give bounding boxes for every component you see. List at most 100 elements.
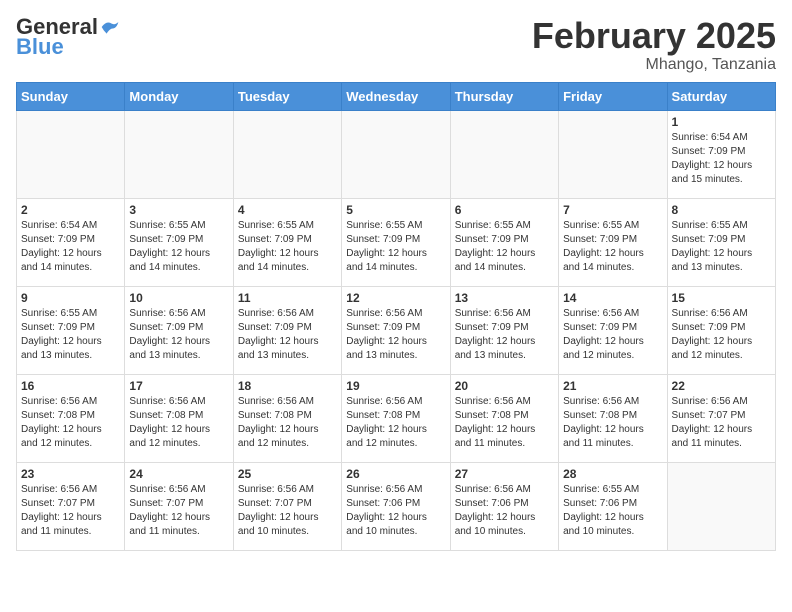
day-info: Sunrise: 6:56 AM Sunset: 7:09 PM Dayligh… [672,307,771,363]
day-info: Sunrise: 6:56 AM Sunset: 7:09 PM Dayligh… [563,307,662,363]
calendar-cell [559,110,667,198]
calendar-week-row: 16 Sunrise: 6:56 AM Sunset: 7:08 PM Dayli… [17,374,776,462]
day-number: 19 [346,379,445,393]
calendar-cell [17,110,125,198]
weekday-header: Wednesday [342,82,450,110]
calendar-cell: 13 Sunrise: 6:56 AM Sunset: 7:09 PM Dayli… [450,286,558,374]
day-number: 17 [129,379,228,393]
calendar-cell [450,110,558,198]
weekday-header: Friday [559,82,667,110]
logo-blue-text: Blue [16,34,64,60]
day-number: 20 [455,379,554,393]
day-info: Sunrise: 6:56 AM Sunset: 7:08 PM Dayligh… [455,395,554,451]
day-info: Sunrise: 6:54 AM Sunset: 7:09 PM Dayligh… [672,131,771,187]
page-header: General Blue February 2025 Mhango, Tanza… [16,16,776,74]
calendar-week-row: 2 Sunrise: 6:54 AM Sunset: 7:09 PM Daylig… [17,198,776,286]
day-info: Sunrise: 6:56 AM Sunset: 7:06 PM Dayligh… [346,483,445,539]
calendar-cell: 14Sunrise: 6:56 AM Sunset: 7:09 PM Dayli… [559,286,667,374]
day-number: 7 [563,203,662,217]
day-number: 13 [455,291,554,305]
day-info: Sunrise: 6:56 AM Sunset: 7:07 PM Dayligh… [21,483,120,539]
calendar-cell: 25 Sunrise: 6:56 AM Sunset: 7:07 PM Dayli… [233,462,341,550]
calendar-cell: 20 Sunrise: 6:56 AM Sunset: 7:08 PM Dayli… [450,374,558,462]
calendar-cell: 1 Sunrise: 6:54 AM Sunset: 7:09 PM Daylig… [667,110,775,198]
calendar-cell: 5 Sunrise: 6:55 AM Sunset: 7:09 PM Daylig… [342,198,450,286]
calendar-week-row: 9 Sunrise: 6:55 AM Sunset: 7:09 PM Daylig… [17,286,776,374]
day-number: 24 [129,467,228,481]
day-info: Sunrise: 6:56 AM Sunset: 7:08 PM Dayligh… [129,395,228,451]
day-info: Sunrise: 6:55 AM Sunset: 7:09 PM Dayligh… [129,219,228,275]
day-number: 6 [455,203,554,217]
logo-bird-icon [100,18,120,36]
calendar-week-row: 1 Sunrise: 6:54 AM Sunset: 7:09 PM Daylig… [17,110,776,198]
calendar-cell: 26 Sunrise: 6:56 AM Sunset: 7:06 PM Dayli… [342,462,450,550]
day-info: Sunrise: 6:56 AM Sunset: 7:08 PM Dayligh… [346,395,445,451]
day-info: Sunrise: 6:55 AM Sunset: 7:09 PM Dayligh… [455,219,554,275]
day-number: 28 [563,467,662,481]
calendar-cell: 10Sunrise: 6:56 AM Sunset: 7:09 PM Dayli… [125,286,233,374]
day-number: 16 [21,379,120,393]
weekday-header: Sunday [17,82,125,110]
day-info: Sunrise: 6:56 AM Sunset: 7:07 PM Dayligh… [238,483,337,539]
calendar-cell: 21 Sunrise: 6:56 AM Sunset: 7:08 PM Dayli… [559,374,667,462]
calendar-cell: 11Sunrise: 6:56 AM Sunset: 7:09 PM Dayli… [233,286,341,374]
day-info: Sunrise: 6:55 AM Sunset: 7:09 PM Dayligh… [21,307,120,363]
calendar-cell: 15 Sunrise: 6:56 AM Sunset: 7:09 PM Dayli… [667,286,775,374]
calendar-cell: 3Sunrise: 6:55 AM Sunset: 7:09 PM Daylig… [125,198,233,286]
day-info: Sunrise: 6:55 AM Sunset: 7:06 PM Dayligh… [563,483,662,539]
day-info: Sunrise: 6:56 AM Sunset: 7:08 PM Dayligh… [563,395,662,451]
calendar-cell: 8 Sunrise: 6:55 AM Sunset: 7:09 PM Daylig… [667,198,775,286]
day-info: Sunrise: 6:56 AM Sunset: 7:08 PM Dayligh… [21,395,120,451]
day-info: Sunrise: 6:55 AM Sunset: 7:09 PM Dayligh… [346,219,445,275]
day-info: Sunrise: 6:55 AM Sunset: 7:09 PM Dayligh… [672,219,771,275]
day-info: Sunrise: 6:56 AM Sunset: 7:06 PM Dayligh… [455,483,554,539]
day-number: 18 [238,379,337,393]
calendar-cell: 9 Sunrise: 6:55 AM Sunset: 7:09 PM Daylig… [17,286,125,374]
calendar-cell: 12 Sunrise: 6:56 AM Sunset: 7:09 PM Dayli… [342,286,450,374]
calendar-cell: 22 Sunrise: 6:56 AM Sunset: 7:07 PM Dayli… [667,374,775,462]
day-number: 12 [346,291,445,305]
day-number: 15 [672,291,771,305]
day-info: Sunrise: 6:55 AM Sunset: 7:09 PM Dayligh… [238,219,337,275]
calendar-cell: 2 Sunrise: 6:54 AM Sunset: 7:09 PM Daylig… [17,198,125,286]
location-text: Mhango, Tanzania [532,56,776,74]
day-number: 8 [672,203,771,217]
day-number: 2 [21,203,120,217]
day-info: Sunrise: 6:56 AM Sunset: 7:09 PM Dayligh… [129,307,228,363]
logo: General Blue [16,16,120,60]
day-number: 26 [346,467,445,481]
day-number: 25 [238,467,337,481]
calendar-table: SundayMondayTuesdayWednesdayThursdayFrid… [16,82,776,551]
calendar-cell: 17 Sunrise: 6:56 AM Sunset: 7:08 PM Dayli… [125,374,233,462]
day-number: 23 [21,467,120,481]
day-info: Sunrise: 6:56 AM Sunset: 7:07 PM Dayligh… [672,395,771,451]
day-number: 9 [21,291,120,305]
calendar-cell [342,110,450,198]
day-info: Sunrise: 6:56 AM Sunset: 7:07 PM Dayligh… [129,483,228,539]
day-info: Sunrise: 6:54 AM Sunset: 7:09 PM Dayligh… [21,219,120,275]
calendar-cell: 16 Sunrise: 6:56 AM Sunset: 7:08 PM Dayli… [17,374,125,462]
weekday-header: Monday [125,82,233,110]
calendar-week-row: 23 Sunrise: 6:56 AM Sunset: 7:07 PM Dayli… [17,462,776,550]
day-info: Sunrise: 6:56 AM Sunset: 7:09 PM Dayligh… [455,307,554,363]
calendar-cell: 24 Sunrise: 6:56 AM Sunset: 7:07 PM Dayli… [125,462,233,550]
day-number: 1 [672,115,771,129]
day-number: 22 [672,379,771,393]
day-info: Sunrise: 6:56 AM Sunset: 7:09 PM Dayligh… [238,307,337,363]
day-info: Sunrise: 6:56 AM Sunset: 7:08 PM Dayligh… [238,395,337,451]
calendar-cell: 6 Sunrise: 6:55 AM Sunset: 7:09 PM Daylig… [450,198,558,286]
day-number: 4 [238,203,337,217]
day-number: 21 [563,379,662,393]
title-block: February 2025 Mhango, Tanzania [532,16,776,74]
calendar-cell: 18 Sunrise: 6:56 AM Sunset: 7:08 PM Dayli… [233,374,341,462]
day-number: 5 [346,203,445,217]
weekday-header-row: SundayMondayTuesdayWednesdayThursdayFrid… [17,82,776,110]
month-title: February 2025 [532,16,776,56]
calendar-cell: 28 Sunrise: 6:55 AM Sunset: 7:06 PM Dayli… [559,462,667,550]
day-info: Sunrise: 6:55 AM Sunset: 7:09 PM Dayligh… [563,219,662,275]
day-info: Sunrise: 6:56 AM Sunset: 7:09 PM Dayligh… [346,307,445,363]
calendar-cell [125,110,233,198]
weekday-header: Saturday [667,82,775,110]
calendar-cell [233,110,341,198]
calendar-cell [667,462,775,550]
